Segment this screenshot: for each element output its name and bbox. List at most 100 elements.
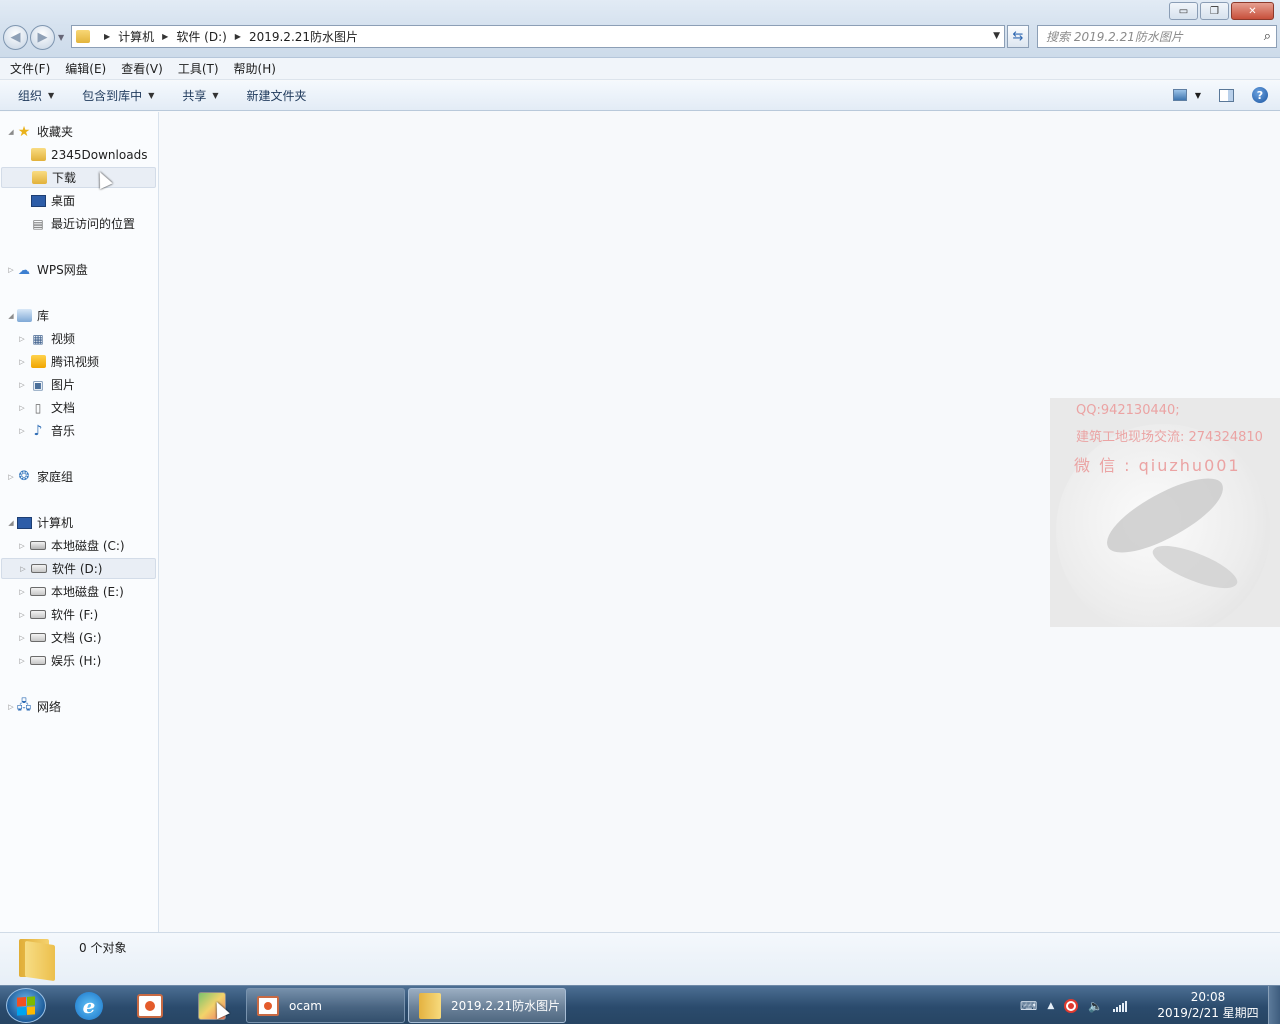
taskbar-pin-ocam[interactable] (128, 989, 172, 1022)
nav-item-downloads[interactable]: 下载 (1, 167, 156, 188)
watermark-overlay: QQ:942130440; 建筑工地现场交流: 274324810 微 信 : … (1050, 398, 1280, 627)
include-in-library-button[interactable]: 包含到库中 ▼ (72, 87, 164, 104)
expand-triangle-icon[interactable]: ▷ (17, 358, 27, 366)
expand-triangle-icon[interactable]: ▷ (18, 565, 28, 573)
downloads-folder-icon (31, 171, 47, 184)
expand-triangle-icon[interactable]: ▷ (6, 473, 16, 481)
nav-libraries[interactable]: ◢ 库 (0, 305, 157, 326)
close-button[interactable]: ✕ (1231, 2, 1274, 20)
nav-network[interactable]: ▷ 🖧 网络 (0, 696, 157, 717)
expand-triangle-icon[interactable]: ▷ (17, 335, 27, 343)
recording-icon[interactable] (1064, 998, 1079, 1013)
clock[interactable]: 20:08 2019/2/21 星期四 (1150, 989, 1266, 1021)
network-signal-icon[interactable] (1113, 1000, 1128, 1012)
nav-item-tencent-video[interactable]: ▷ 腾讯视频 (0, 351, 157, 372)
watermark-wechat: 微 信 : qiuzhu001 (1074, 456, 1241, 475)
nav-item-music[interactable]: ▷ ♪ 音乐 (0, 420, 157, 441)
expand-triangle-icon[interactable]: ▷ (17, 588, 27, 596)
preview-pane-button[interactable] (1219, 88, 1234, 102)
organize-button[interactable]: 组织 ▼ (8, 87, 64, 104)
include-in-library-label: 包含到库中 (82, 89, 143, 103)
title-bar: ▭ ❐ ✕ ◀ ▶ ▼ ▶ 计算机 ▶ 软件 (D:) ▶ 2019.2.21防… (0, 0, 1280, 58)
show-desktop-button[interactable] (1268, 986, 1280, 1024)
search-icon[interactable]: ⌕ (1264, 29, 1271, 44)
refresh-icon: ⇆ (1012, 29, 1024, 44)
forward-arrow-icon: ▶ (37, 30, 48, 45)
drive-icon (30, 656, 46, 665)
expand-triangle-icon[interactable]: ▷ (17, 381, 27, 389)
nav-label: 2345Downloads (51, 147, 148, 162)
menu-view[interactable]: 查看(V) (116, 60, 168, 77)
expand-triangle-icon[interactable]: ▷ (17, 634, 27, 642)
breadcrumb-drive-d[interactable]: 软件 (D:) (176, 28, 226, 45)
nav-drive-c[interactable]: ▷ 本地磁盘 (C:) (0, 535, 157, 556)
expand-triangle-icon[interactable]: ▷ (17, 427, 27, 435)
keyboard-icon[interactable]: ⌨ (1020, 999, 1037, 1013)
address-bar[interactable]: ▶ 计算机 ▶ 软件 (D:) ▶ 2019.2.21防水图片 ▼ (71, 25, 1005, 48)
new-folder-button[interactable]: 新建文件夹 (237, 87, 317, 104)
expand-triangle-icon[interactable]: ▷ (6, 703, 16, 711)
nav-drive-d[interactable]: ▷ 软件 (D:) (1, 558, 156, 579)
show-hidden-icons-icon[interactable]: ▲ (1047, 1001, 1054, 1011)
nav-drive-h[interactable]: ▷ 娱乐 (H:) (0, 650, 157, 671)
expand-triangle-icon[interactable]: ◢ (6, 312, 16, 320)
chevron-down-icon: ▼ (212, 91, 219, 100)
menu-edit[interactable]: 编辑(E) (60, 60, 111, 77)
search-input[interactable] (1038, 26, 1248, 47)
nav-favorites[interactable]: ◢ ★ 收藏夹 (0, 121, 157, 142)
nav-homegroup[interactable]: ▷ ❂ 家庭组 (0, 466, 157, 487)
expand-triangle-icon[interactable]: ▷ (17, 404, 27, 412)
nav-label: 文档 (G:) (51, 631, 102, 645)
forward-button[interactable]: ▶ (30, 25, 55, 50)
taskbar-pin-ie[interactable]: e (67, 989, 111, 1022)
breadcrumb-computer[interactable]: 计算机 (118, 28, 154, 45)
back-button[interactable]: ◀ (3, 25, 28, 50)
nav-wps-cloud[interactable]: ▷ ☁ WPS网盘 (0, 259, 157, 280)
expand-triangle-icon[interactable]: ◢ (6, 128, 16, 136)
share-button[interactable]: 共享 ▼ (172, 87, 228, 104)
chevron-right-icon[interactable]: ▶ (162, 32, 168, 41)
taskbar-task-explorer[interactable]: 2019.2.21防水图片 (408, 988, 566, 1023)
new-folder-label: 新建文件夹 (246, 89, 307, 103)
expand-triangle-icon[interactable]: ▷ (17, 542, 27, 550)
expand-triangle-icon[interactable]: ▷ (17, 611, 27, 619)
menu-file[interactable]: 文件(F) (5, 60, 55, 77)
nav-label: 软件 (D:) (52, 562, 103, 576)
music-note-icon: ♪ (33, 422, 43, 439)
nav-item-recent-places[interactable]: ▤ 最近访问的位置 (0, 213, 157, 234)
nav-drive-f[interactable]: ▷ 软件 (F:) (0, 604, 157, 625)
nav-drive-g[interactable]: ▷ 文档 (G:) (0, 627, 157, 648)
nav-item-documents[interactable]: ▷ ▯ 文档 (0, 397, 157, 418)
breadcrumb-current-folder[interactable]: 2019.2.21防水图片 (249, 28, 358, 45)
watermark-group: 建筑工地现场交流: 274324810 (1076, 430, 1263, 445)
help-button[interactable]: ? (1252, 87, 1268, 103)
volume-icon[interactable]: 🔈 (1088, 999, 1103, 1013)
address-dropdown-icon[interactable]: ▼ (993, 31, 1000, 41)
recent-pages-dropdown[interactable]: ▼ (58, 33, 64, 42)
menu-help[interactable]: 帮助(H) (229, 60, 281, 77)
minimize-button[interactable]: ▭ (1169, 2, 1198, 20)
nav-computer[interactable]: ◢ 计算机 (0, 512, 157, 533)
start-button[interactable] (6, 988, 46, 1023)
internet-explorer-icon: e (75, 991, 103, 1020)
expand-triangle-icon[interactable]: ◢ (6, 519, 16, 527)
view-icon (1172, 89, 1187, 101)
taskbar-task-ocam[interactable]: ocam (246, 988, 405, 1023)
expand-triangle-icon[interactable]: ▷ (6, 266, 16, 274)
drive-icon (30, 587, 46, 596)
chevron-right-icon[interactable]: ▶ (235, 32, 241, 41)
chevron-right-icon[interactable]: ▶ (104, 32, 110, 41)
change-view-button[interactable]: ▼ (1172, 89, 1201, 101)
menu-tools[interactable]: 工具(T) (173, 60, 224, 77)
nav-drive-e[interactable]: ▷ 本地磁盘 (E:) (0, 581, 157, 602)
nav-label: 娱乐 (H:) (51, 654, 102, 668)
nav-item-pictures[interactable]: ▷ ▣ 图片 (0, 374, 157, 395)
restore-button[interactable]: ❐ (1200, 2, 1229, 20)
folder-icon (76, 30, 90, 43)
refresh-button[interactable]: ⇆ (1007, 25, 1029, 48)
nav-item-videos[interactable]: ▷ ▦ 视频 (0, 328, 157, 349)
watermark-qq: QQ:942130440; (1076, 403, 1180, 418)
nav-item-desktop[interactable]: 桌面 (0, 190, 157, 211)
nav-item-2345downloads[interactable]: 2345Downloads (0, 144, 157, 165)
expand-triangle-icon[interactable]: ▷ (17, 657, 27, 665)
